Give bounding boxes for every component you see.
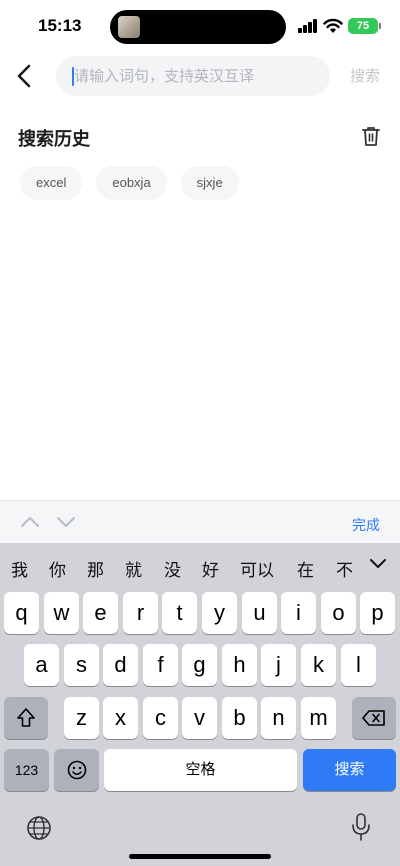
status-bar: 15:13 75 xyxy=(0,0,400,54)
cellular-signal-icon xyxy=(298,19,318,33)
key-j[interactable]: j xyxy=(261,644,296,686)
search-input[interactable] xyxy=(74,56,324,96)
search-button[interactable]: 搜索 xyxy=(350,65,380,86)
battery-level: 75 xyxy=(348,18,378,34)
key-c[interactable]: c xyxy=(143,697,178,739)
key-l[interactable]: l xyxy=(341,644,376,686)
numbers-key[interactable]: 123 xyxy=(4,749,49,791)
now-playing-thumbnail xyxy=(118,16,140,38)
key-e[interactable]: e xyxy=(83,592,118,634)
emoji-icon xyxy=(67,760,86,780)
history-title: 搜索历史 xyxy=(18,129,90,149)
previous-field-icon[interactable] xyxy=(20,513,40,531)
back-chevron-icon[interactable] xyxy=(14,62,36,90)
key-z[interactable]: z xyxy=(64,697,99,739)
microphone-icon[interactable] xyxy=(350,812,372,842)
key-r[interactable]: r xyxy=(123,592,158,634)
keyboard-toolbar: 完成 xyxy=(0,500,400,543)
key-g[interactable]: g xyxy=(182,644,217,686)
candidate-bar: 我 你 那 就 没 好 可以 在 不 xyxy=(0,543,400,589)
candidate-word[interactable]: 没 xyxy=(164,556,181,581)
chevron-down-icon[interactable] xyxy=(369,557,387,571)
keyboard: 我 你 那 就 没 好 可以 在 不 q w e r t y u i o p a… xyxy=(0,543,400,866)
key-s[interactable]: s xyxy=(64,644,99,686)
candidate-word[interactable]: 好 xyxy=(202,556,219,581)
search-box[interactable] xyxy=(56,56,330,96)
key-f[interactable]: f xyxy=(143,644,178,686)
key-a[interactable]: a xyxy=(24,644,59,686)
key-v[interactable]: v xyxy=(182,697,217,739)
key-d[interactable]: d xyxy=(103,644,138,686)
key-p[interactable]: p xyxy=(360,592,395,634)
key-o[interactable]: o xyxy=(321,592,356,634)
key-y[interactable]: y xyxy=(202,592,237,634)
key-k[interactable]: k xyxy=(301,644,336,686)
space-key[interactable]: 空格 xyxy=(104,749,297,791)
next-field-icon[interactable] xyxy=(56,513,76,531)
history-chip[interactable]: sjxje xyxy=(180,166,239,200)
globe-icon[interactable] xyxy=(26,815,52,841)
key-w[interactable]: w xyxy=(44,592,79,634)
done-button[interactable]: 完成 xyxy=(352,515,380,535)
trash-icon[interactable] xyxy=(360,125,382,147)
key-m[interactable]: m xyxy=(301,697,336,739)
history-chip[interactable]: eobxja xyxy=(96,166,167,200)
shift-icon xyxy=(17,708,35,727)
wifi-icon xyxy=(323,18,343,33)
search-key[interactable]: 搜索 xyxy=(303,749,396,791)
candidate-word[interactable]: 可以 xyxy=(240,556,274,581)
candidate-word[interactable]: 那 xyxy=(87,556,104,581)
backspace-icon xyxy=(362,710,385,726)
key-x[interactable]: x xyxy=(103,697,138,739)
home-indicator xyxy=(129,854,271,859)
candidate-word[interactable]: 在 xyxy=(297,556,314,581)
key-h[interactable]: h xyxy=(222,644,257,686)
candidate-word[interactable]: 就 xyxy=(125,556,142,581)
history-chip[interactable]: excel xyxy=(20,166,83,200)
key-q[interactable]: q xyxy=(4,592,39,634)
backspace-key[interactable] xyxy=(352,697,396,739)
history-list: excel eobxja sjxje xyxy=(20,166,239,200)
key-t[interactable]: t xyxy=(162,592,197,634)
status-time: 15:13 xyxy=(38,16,82,35)
battery-tip xyxy=(379,23,381,29)
shift-key[interactable] xyxy=(4,697,48,739)
dynamic-island xyxy=(110,10,286,44)
candidate-word[interactable]: 我 xyxy=(11,556,28,581)
key-b[interactable]: b xyxy=(222,697,257,739)
candidate-word[interactable]: 你 xyxy=(49,556,66,581)
key-n[interactable]: n xyxy=(261,697,296,739)
candidate-word[interactable]: 不 xyxy=(336,556,353,581)
emoji-key[interactable] xyxy=(54,749,99,791)
key-i[interactable]: i xyxy=(281,592,316,634)
key-u[interactable]: u xyxy=(242,592,277,634)
